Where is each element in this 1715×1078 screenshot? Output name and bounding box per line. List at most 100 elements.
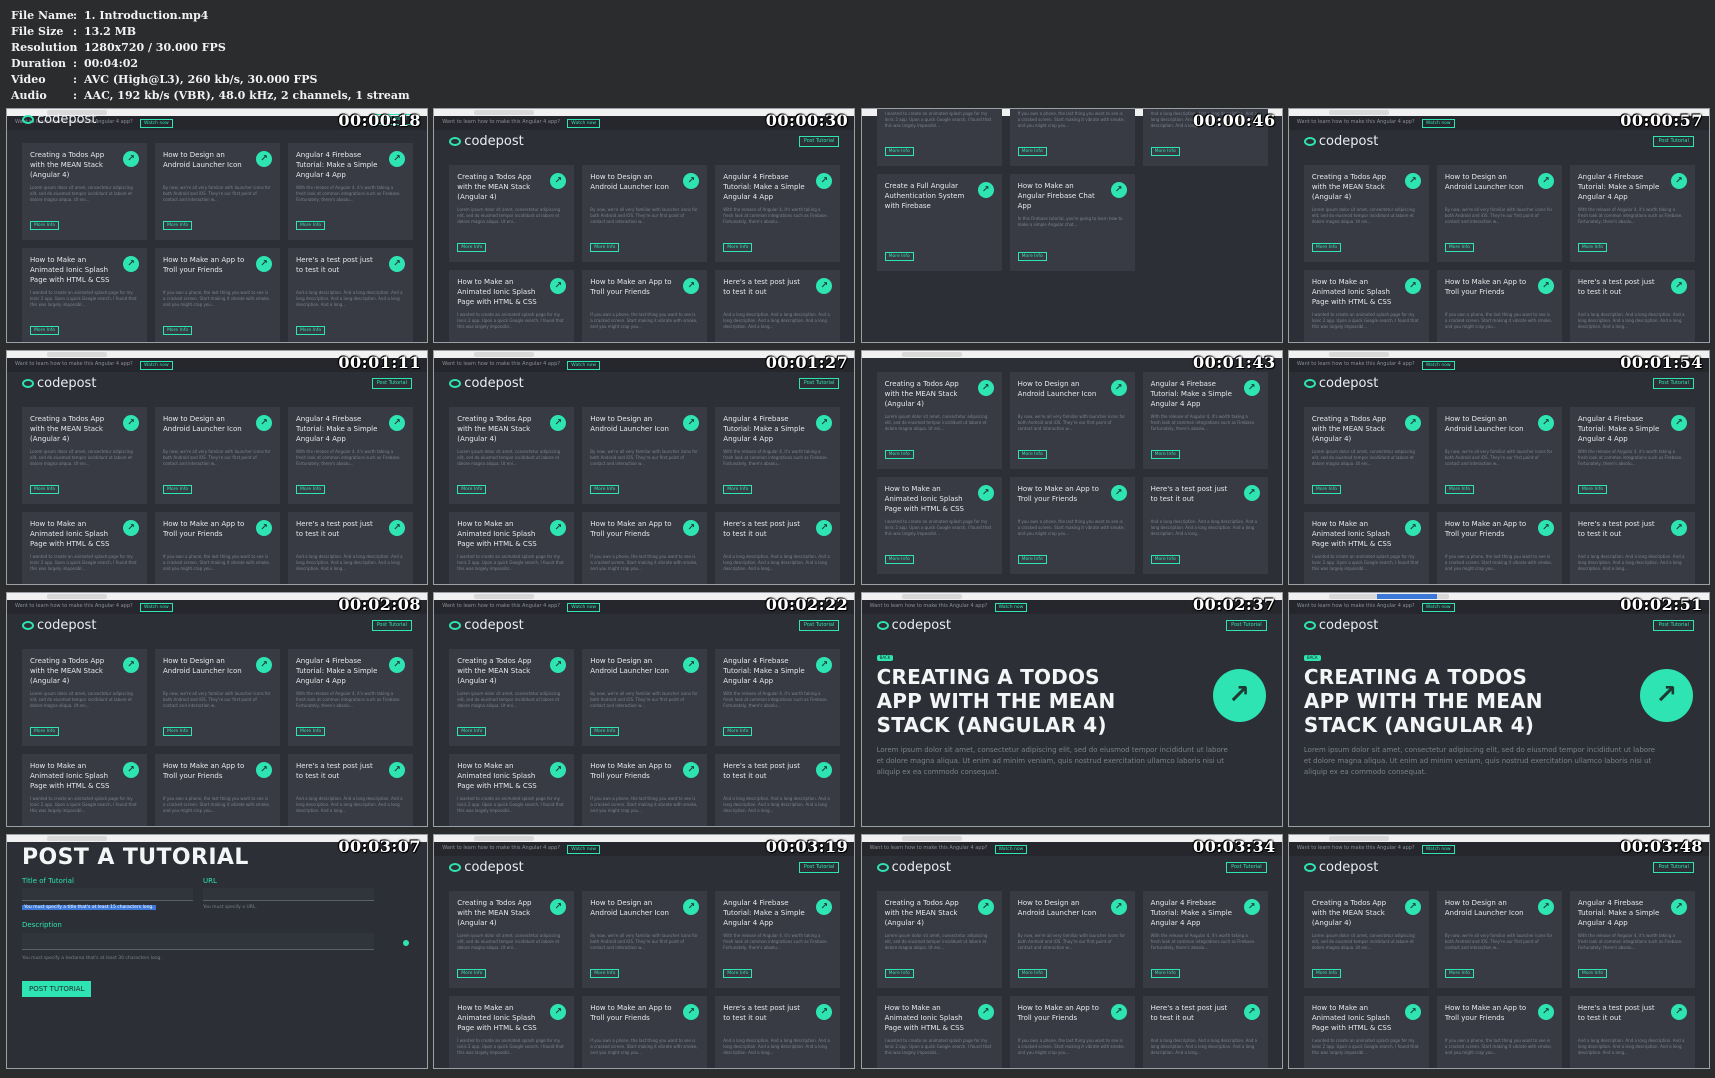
arrow-icon[interactable]: ↗ (683, 173, 700, 189)
tutorial-card[interactable]: Here's a test post just to test it out ↗ A… (288, 248, 413, 342)
tutorial-card[interactable]: How to Make an Animated Ionic Splash Pag… (22, 512, 147, 584)
post-tutorial-button[interactable]: Post Tutorial (798, 862, 840, 873)
card-title[interactable]: Angular 4 Firebase Tutorial: Make a Simp… (296, 656, 378, 686)
more-info-button[interactable]: More Info (1311, 243, 1341, 252)
arrow-icon[interactable]: ↗ (389, 762, 405, 778)
site-logo[interactable]: codepost (449, 618, 524, 633)
more-info-button[interactable]: More Info (296, 727, 326, 736)
arrow-icon[interactable]: ↗ (1537, 173, 1554, 189)
arrow-icon[interactable]: ↗ (1537, 415, 1554, 431)
more-info-button[interactable]: More Info (723, 243, 753, 252)
arrow-icon[interactable]: ↗ (256, 762, 272, 778)
tutorial-card[interactable]: How to Design an Android Launcher Icon ↗ B… (582, 407, 708, 504)
tutorial-card[interactable]: How to Make an Animated Ionic Splash Pag… (449, 754, 575, 826)
url-input[interactable] (203, 888, 374, 901)
more-info-button[interactable]: More Info (30, 326, 60, 335)
card-title[interactable]: How to Make an Animated Ionic Splash Pag… (457, 761, 539, 791)
post-tutorial-button[interactable]: Post Tutorial (798, 620, 840, 631)
arrow-icon[interactable]: ↗ (1670, 415, 1687, 431)
tutorial-card[interactable]: How to Design an Android Launcher Icon ↗ B… (1009, 891, 1135, 988)
card-title[interactable]: How to Make an App to Troll your Friends (1445, 519, 1527, 539)
tutorial-card[interactable]: How to Make an App to Troll your Friends… (582, 270, 708, 342)
address-bar[interactable] (47, 594, 107, 599)
arrow-icon[interactable]: ↗ (816, 899, 833, 915)
arrow-icon[interactable]: ↗ (1404, 278, 1421, 294)
site-logo[interactable]: codepost (876, 618, 951, 633)
address-bar[interactable] (474, 352, 535, 357)
watch-now-button[interactable]: Watch now (567, 361, 601, 370)
tutorial-card[interactable]: Creating a Todos App with the MEAN Stack… (22, 649, 147, 746)
tutorial-card[interactable]: How to Make an App to Troll your Friends… (1436, 996, 1562, 1068)
arrow-icon[interactable]: ↗ (1537, 278, 1554, 294)
arrow-icon[interactable]: ↗ (1243, 1004, 1260, 1020)
card-title[interactable]: How to Make an Animated Ionic Splash Pag… (457, 519, 539, 549)
card-title[interactable]: Creating a Todos App with the MEAN Stack… (457, 656, 539, 686)
arrow-icon[interactable]: ↗ (550, 899, 567, 915)
card-title[interactable]: How to Make an App to Troll your Friends (1018, 1003, 1100, 1023)
tutorial-card[interactable]: How to Make an Animated Ionic Splash Pag… (22, 754, 147, 826)
post-tutorial-submit-button[interactable]: POST TUTORIAL (22, 981, 92, 997)
arrow-icon[interactable]: ↗ (389, 151, 405, 167)
card-title[interactable]: How to Make an Animated Ionic Splash Pag… (30, 255, 112, 285)
address-bar[interactable] (47, 836, 107, 841)
arrow-icon[interactable]: ↗ (683, 278, 700, 294)
more-info-button[interactable]: More Info (1017, 450, 1047, 459)
arrow-icon[interactable]: ↗ (1110, 1004, 1127, 1020)
more-info-button[interactable]: More Info (296, 326, 326, 335)
site-logo[interactable]: codepost (1303, 134, 1378, 149)
watch-now-button[interactable]: Watch now (1421, 119, 1455, 128)
arrow-icon[interactable]: ↗ (389, 657, 405, 673)
more-info-button[interactable]: More Info (884, 969, 914, 978)
watch-now-button[interactable]: Watch now (567, 603, 601, 612)
more-info-button[interactable]: More Info (1150, 450, 1180, 459)
tutorial-card[interactable]: Here's a test post just to test it out ↗ A… (1569, 512, 1695, 584)
more-info-button[interactable]: More Info (1150, 969, 1180, 978)
arrow-icon[interactable]: ↗ (256, 657, 272, 673)
card-title[interactable]: Here's a test post just to test it out (296, 255, 378, 275)
more-info-button[interactable]: More Info (1577, 243, 1607, 252)
more-info-button[interactable]: More Info (1017, 252, 1047, 261)
tutorial-card[interactable]: How to Make an Animated Ionic Splash Pag… (876, 109, 1002, 166)
more-info-button[interactable]: More Info (590, 969, 620, 978)
post-tutorial-button[interactable]: Post Tutorial (1653, 378, 1694, 389)
arrow-icon[interactable]: ↗ (123, 415, 139, 431)
site-logo[interactable]: codepost (1303, 860, 1378, 875)
card-title[interactable]: How to Make an Angular Firebase Chat App (1018, 181, 1100, 211)
site-logo[interactable]: codepost (876, 860, 951, 875)
more-info-button[interactable]: More Info (1150, 147, 1180, 156)
more-info-button[interactable]: More Info (1017, 555, 1047, 564)
card-title[interactable]: How to Design an Android Launcher Icon (1018, 379, 1100, 399)
arrow-icon[interactable]: ↗ (1670, 899, 1687, 915)
address-bar[interactable] (1328, 352, 1389, 357)
watch-now-button[interactable]: Watch now (1421, 603, 1455, 612)
tutorial-card[interactable]: Here's a test post just to test it out ↗ A… (288, 512, 413, 584)
arrow-icon[interactable]: ↗ (683, 899, 700, 915)
address-bar[interactable] (47, 352, 107, 357)
arrow-icon[interactable]: ↗ (1110, 380, 1127, 396)
more-info-button[interactable]: More Info (1444, 969, 1474, 978)
card-title[interactable]: How to Make an App to Troll your Friends (590, 277, 672, 297)
card-title[interactable]: Angular 4 Firebase Tutorial: Make a Simp… (1578, 172, 1660, 202)
tutorial-card[interactable]: How to Design an Android Launcher Icon ↗ B… (582, 649, 708, 746)
card-title[interactable]: How to Design an Android Launcher Icon (1018, 898, 1100, 918)
card-title[interactable]: How to Make an App to Troll your Friends (163, 255, 245, 275)
arrow-icon[interactable]: ↗ (683, 415, 700, 431)
tutorial-card[interactable]: Angular 4 Firebase Tutorial: Make a Simp… (288, 649, 413, 746)
arrow-icon[interactable]: ↗ (816, 173, 833, 189)
arrow-icon[interactable]: ↗ (1537, 1004, 1554, 1020)
card-title[interactable]: Creating a Todos App with the MEAN Stack… (30, 150, 112, 180)
watch-now-button[interactable]: Watch now (567, 119, 601, 128)
more-info-button[interactable]: More Info (1017, 147, 1047, 156)
tutorial-card[interactable]: How to Make an App to Troll your Friends… (155, 248, 280, 342)
arrow-icon[interactable]: ↗ (977, 380, 994, 396)
arrow-icon[interactable]: ↗ (1537, 520, 1554, 536)
more-info-button[interactable]: More Info (163, 485, 193, 494)
more-info-button[interactable]: More Info (1577, 969, 1607, 978)
watch-now-button[interactable]: Watch now (567, 845, 601, 854)
post-tutorial-button[interactable]: Post Tutorial (1226, 862, 1267, 873)
arrow-icon[interactable]: ↗ (977, 899, 994, 915)
card-title[interactable]: Creating a Todos App with the MEAN Stack… (1312, 172, 1394, 202)
arrow-icon[interactable]: ↗ (1537, 899, 1554, 915)
card-title[interactable]: Here's a test post just to test it out (1151, 484, 1233, 504)
more-info-button[interactable]: More Info (723, 727, 753, 736)
